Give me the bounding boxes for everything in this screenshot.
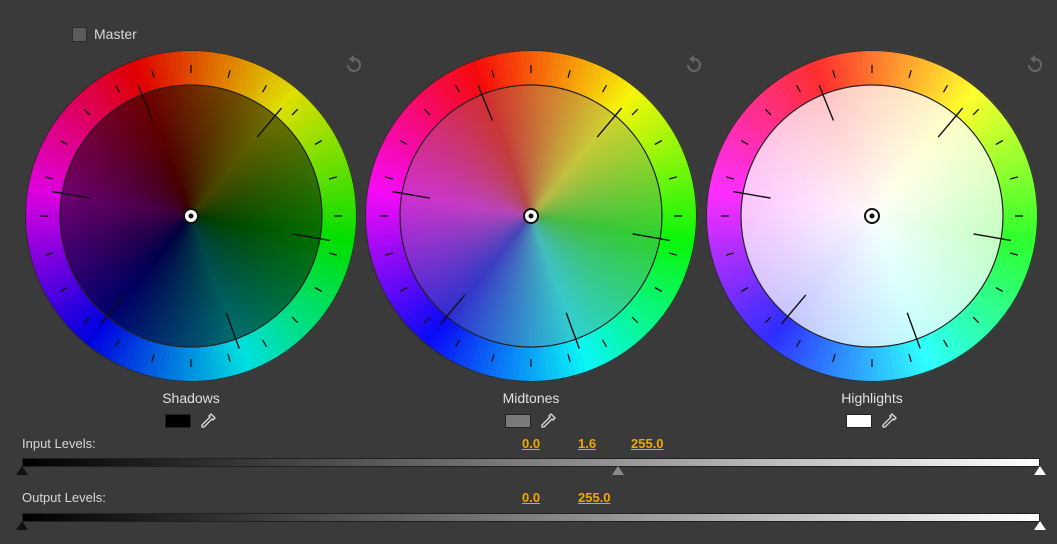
output-white-slider-handle[interactable]: [1034, 521, 1046, 530]
reset-icon[interactable]: [683, 54, 705, 76]
eyedropper-icon[interactable]: [880, 412, 898, 430]
master-checkbox[interactable]: [72, 26, 87, 42]
midtones-wheel-graphic[interactable]: [365, 50, 697, 382]
eyedropper-icon[interactable]: [199, 412, 217, 430]
input-black-value[interactable]: 0.0: [522, 436, 540, 451]
output-white-value[interactable]: 255.0: [578, 490, 611, 505]
midtones-wheel-panel: Midtones: [365, 50, 701, 428]
highlights-wheel-graphic[interactable]: [706, 50, 1038, 382]
shadows-color-swatch[interactable]: [165, 414, 191, 428]
reset-icon[interactable]: [1024, 54, 1046, 76]
shadows-label: Shadows: [162, 390, 220, 406]
input-levels-label: Input Levels:: [22, 436, 96, 451]
output-black-slider-handle[interactable]: [16, 521, 28, 530]
highlights-color-wheel[interactable]: [706, 50, 1042, 382]
highlights-color-swatch[interactable]: [846, 414, 872, 428]
shadows-color-wheel[interactable]: [25, 50, 361, 382]
input-gamma-slider-handle[interactable]: [612, 466, 624, 475]
output-levels-gradient[interactable]: [22, 513, 1040, 522]
midtones-label: Midtones: [502, 390, 560, 406]
reset-icon[interactable]: [343, 54, 365, 76]
output-levels-label: Output Levels:: [22, 490, 106, 505]
master-option[interactable]: Master: [72, 26, 137, 42]
midtones-color-swatch[interactable]: [505, 414, 531, 428]
eyedropper-icon[interactable]: [539, 412, 557, 430]
output-black-value[interactable]: 0.0: [522, 490, 540, 505]
highlights-label: Highlights: [841, 390, 903, 406]
input-white-slider-handle[interactable]: [1034, 466, 1046, 475]
input-levels-gradient[interactable]: [22, 458, 1040, 467]
input-black-slider-handle[interactable]: [16, 466, 28, 475]
highlights-wheel-panel: Highlights: [706, 50, 1042, 428]
input-gamma-value[interactable]: 1.6: [578, 436, 596, 451]
master-label: Master: [94, 26, 137, 42]
shadows-wheel-graphic[interactable]: [25, 50, 357, 382]
shadows-wheel-panel: Shadows: [25, 50, 361, 428]
input-white-value[interactable]: 255.0: [631, 436, 664, 451]
midtones-color-wheel[interactable]: [365, 50, 701, 382]
